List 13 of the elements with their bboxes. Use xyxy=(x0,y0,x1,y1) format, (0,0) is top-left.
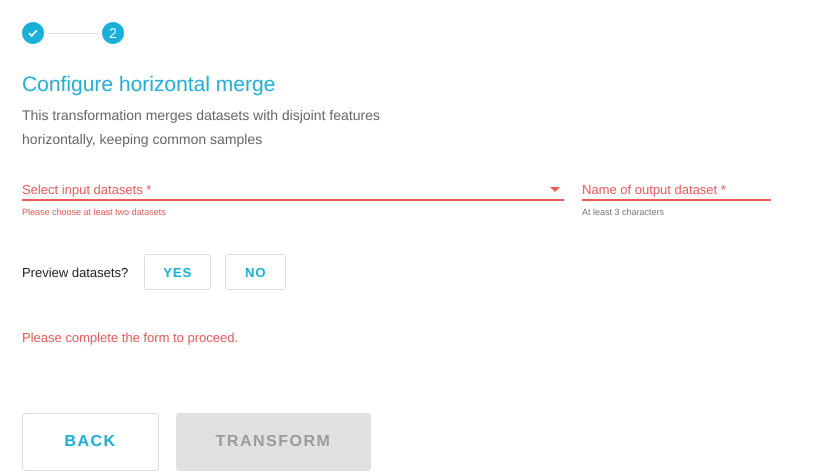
page-title: Configure horizontal merge xyxy=(22,73,276,97)
option-button[interactable]: YES xyxy=(144,254,212,290)
back-button[interactable]: BACK xyxy=(22,413,159,471)
step-number: 2 xyxy=(102,22,124,44)
helper-text: At least 3 characters xyxy=(582,207,666,217)
error-message: Please complete the form to proceed. xyxy=(22,330,240,345)
option-button[interactable]: NO xyxy=(225,254,286,290)
select-field[interactable]: Select input datasets * xyxy=(22,179,564,201)
input-field[interactable]: Name of output dataset * xyxy=(582,179,771,201)
helper-text: Please choose at least two datasets xyxy=(22,207,167,217)
caret-icon xyxy=(550,186,560,192)
description: This transformation merges datasets with disjoint features horizontally, keeping common samples xyxy=(22,106,381,149)
preview-label: Preview datasets? xyxy=(22,264,128,280)
